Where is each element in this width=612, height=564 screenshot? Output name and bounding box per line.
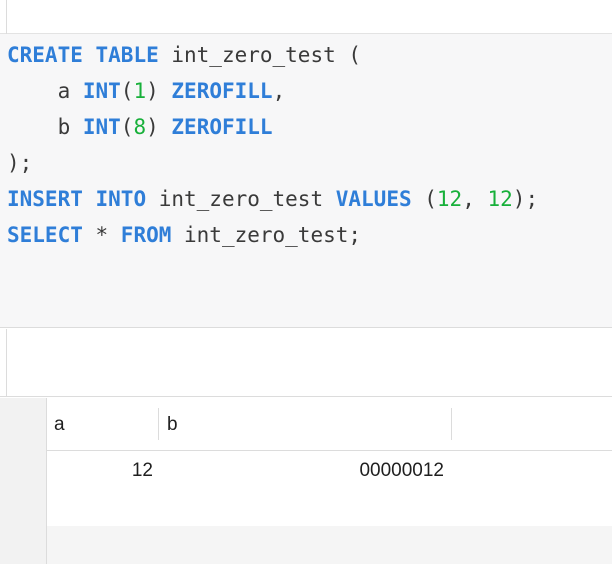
sql-text: int_zero_test ( (158, 43, 362, 67)
cell-b[interactable]: 00000012 (159, 451, 444, 491)
sql-text: b (7, 115, 83, 139)
sql-text: ( (120, 115, 134, 139)
code-line[interactable]: ); (7, 145, 538, 181)
sql-keyword: INTO (95, 187, 147, 211)
sql-keyword: INT (82, 79, 121, 103)
sql-text: * (82, 223, 121, 247)
sql-text: a (7, 79, 83, 103)
editor-results-splitter[interactable] (0, 329, 612, 397)
sql-keyword: TABLE (95, 43, 159, 67)
sql-number: 8 (133, 115, 147, 139)
sql-keyword: VALUES (335, 187, 412, 211)
sql-keyword: INT (82, 115, 121, 139)
code-line[interactable]: SELECT * FROM int_zero_test; (7, 217, 538, 253)
code-line[interactable]: INSERT INTO int_zero_test VALUES (12, 12… (7, 181, 538, 217)
sql-editor[interactable]: CREATE TABLE int_zero_test ( a INT(1) ZE… (0, 34, 612, 328)
sql-code[interactable]: CREATE TABLE int_zero_test ( a INT(1) ZE… (7, 37, 538, 253)
results-header: a b (47, 398, 612, 451)
sql-keyword: ZEROFILL (171, 115, 273, 139)
sql-keyword: INSERT (7, 187, 83, 211)
cell-a[interactable]: 12 (47, 451, 153, 491)
sql-keyword: CREATE (7, 43, 83, 67)
sql-text: int_zero_test; (171, 223, 362, 247)
sql-text: int_zero_test (146, 187, 336, 211)
sql-text: , (272, 79, 286, 103)
code-line[interactable]: CREATE TABLE int_zero_test ( (7, 37, 538, 73)
sql-text: ) (146, 115, 172, 139)
column-header-a[interactable]: a (54, 398, 65, 451)
column-divider[interactable] (158, 408, 159, 440)
splitter-gutter (0, 329, 7, 397)
sql-text: ); (512, 187, 539, 211)
code-line[interactable]: a INT(1) ZEROFILL, (7, 73, 538, 109)
sql-text: ); (7, 151, 33, 175)
results-grid[interactable]: a b 12 00000012 (0, 398, 612, 564)
sql-text: ) (146, 79, 172, 103)
row-number-column (0, 398, 47, 564)
sql-number: 12 (487, 187, 513, 211)
sql-keyword: ZEROFILL (171, 79, 273, 103)
code-line[interactable]: b INT(8) ZEROFILL (7, 109, 538, 145)
sql-text: ( (120, 79, 134, 103)
sql-number: 1 (133, 79, 147, 103)
column-header-b[interactable]: b (167, 398, 178, 451)
column-divider[interactable] (451, 408, 452, 440)
sql-keyword: FROM (120, 223, 172, 247)
table-row[interactable]: 12 00000012 (47, 451, 612, 526)
sql-keyword: SELECT (7, 223, 83, 247)
empty-row (47, 526, 612, 564)
sql-text: ( (411, 187, 437, 211)
sql-number: 12 (436, 187, 463, 211)
sql-text: , (462, 187, 488, 211)
editor-gutter (0, 0, 7, 34)
toolbar-strip (0, 0, 612, 34)
